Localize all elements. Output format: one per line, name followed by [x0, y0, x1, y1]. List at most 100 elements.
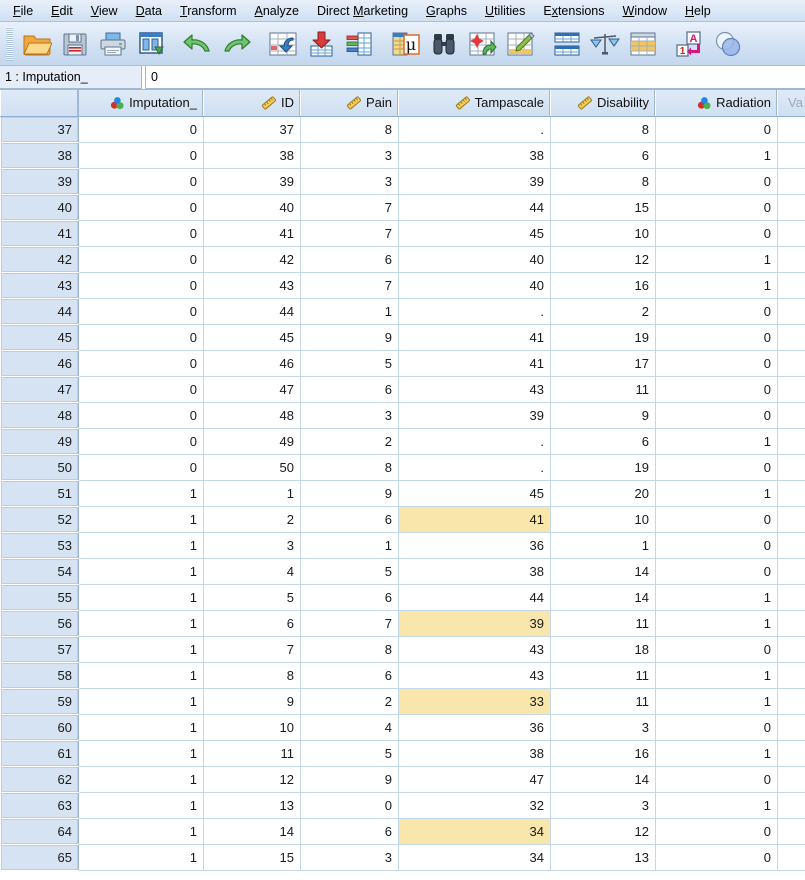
- print-icon[interactable]: [95, 25, 131, 63]
- cell-disability[interactable]: 12: [551, 246, 656, 272]
- cell-id[interactable]: 14: [204, 818, 301, 844]
- cell-blank[interactable]: [778, 688, 805, 714]
- cell-id[interactable]: 12: [204, 766, 301, 792]
- cell-blank[interactable]: [778, 766, 805, 792]
- row-header[interactable]: 50: [1, 454, 79, 480]
- cell-radiation[interactable]: 0: [656, 194, 778, 220]
- cell-disability[interactable]: 19: [551, 454, 656, 480]
- cell-pain[interactable]: 8: [301, 454, 399, 480]
- cell-blank[interactable]: [778, 428, 805, 454]
- row-header[interactable]: 49: [1, 428, 79, 454]
- row-header[interactable]: 48: [1, 402, 79, 428]
- cell-tampascale[interactable]: 45: [399, 480, 551, 506]
- cell-tampascale[interactable]: 36: [399, 714, 551, 740]
- cell-id[interactable]: 5: [204, 584, 301, 610]
- cell-radiation[interactable]: 0: [656, 636, 778, 662]
- open-file-icon[interactable]: [19, 25, 55, 63]
- row-header[interactable]: 64: [1, 818, 79, 844]
- cell-blank[interactable]: [778, 376, 805, 402]
- cell-radiation[interactable]: 0: [656, 168, 778, 194]
- cell-pain[interactable]: 9: [301, 324, 399, 350]
- cell-tampascale[interactable]: 39: [399, 402, 551, 428]
- cell-disability[interactable]: 8: [551, 116, 656, 142]
- cell-pain[interactable]: 8: [301, 636, 399, 662]
- cell-tampascale[interactable]: 32: [399, 792, 551, 818]
- cell-radiation[interactable]: 0: [656, 298, 778, 324]
- cell-imputation[interactable]: 1: [79, 844, 204, 870]
- column-header-tampascale[interactable]: Tampascale: [399, 90, 551, 116]
- row-header[interactable]: 47: [1, 376, 79, 402]
- row-header[interactable]: 40: [1, 194, 79, 220]
- value-labels-icon[interactable]: A 1: [672, 25, 708, 63]
- menu-item-direct-marketing[interactable]: Direct Marketing: [308, 2, 417, 20]
- cell-imputation[interactable]: 1: [79, 506, 204, 532]
- cell-imputation[interactable]: 1: [79, 688, 204, 714]
- cell-imputation[interactable]: 0: [79, 324, 204, 350]
- cell-radiation[interactable]: 0: [656, 376, 778, 402]
- cell-pain[interactable]: 3: [301, 844, 399, 870]
- cell-value-input[interactable]: 0: [145, 66, 805, 89]
- cell-pain[interactable]: 3: [301, 168, 399, 194]
- cell-blank[interactable]: [778, 168, 805, 194]
- cell-imputation[interactable]: 1: [79, 766, 204, 792]
- row-header[interactable]: 56: [1, 610, 79, 636]
- cell-blank[interactable]: [778, 844, 805, 870]
- cell-pain[interactable]: 8: [301, 116, 399, 142]
- row-header[interactable]: 52: [1, 506, 79, 532]
- column-header-disability[interactable]: Disability: [551, 90, 656, 116]
- cell-tampascale[interactable]: 38: [399, 142, 551, 168]
- cell-radiation[interactable]: 0: [656, 220, 778, 246]
- cell-pain[interactable]: 1: [301, 298, 399, 324]
- row-header[interactable]: 65: [1, 844, 79, 870]
- row-header[interactable]: 45: [1, 324, 79, 350]
- row-header[interactable]: 38: [1, 142, 79, 168]
- cell-disability[interactable]: 3: [551, 714, 656, 740]
- cell-pain[interactable]: 7: [301, 610, 399, 636]
- cell-id[interactable]: 3: [204, 532, 301, 558]
- cell-id[interactable]: 2: [204, 506, 301, 532]
- row-header[interactable]: 58: [1, 662, 79, 688]
- cell-id[interactable]: 1: [204, 480, 301, 506]
- use-variable-sets-icon[interactable]: [710, 25, 746, 63]
- cell-pain[interactable]: 6: [301, 662, 399, 688]
- cell-tampascale[interactable]: 41: [399, 506, 551, 532]
- row-header[interactable]: 51: [1, 480, 79, 506]
- cell-blank[interactable]: [778, 480, 805, 506]
- toolbar-grip[interactable]: [6, 27, 13, 61]
- cell-imputation[interactable]: 0: [79, 116, 204, 142]
- cell-pain[interactable]: 6: [301, 376, 399, 402]
- cell-blank[interactable]: [778, 194, 805, 220]
- cell-disability[interactable]: 14: [551, 766, 656, 792]
- cell-tampascale[interactable]: 38: [399, 740, 551, 766]
- cell-blank[interactable]: [778, 818, 805, 844]
- cell-pain[interactable]: 1: [301, 532, 399, 558]
- cell-radiation[interactable]: 0: [656, 454, 778, 480]
- cell-tampascale[interactable]: 40: [399, 272, 551, 298]
- cell-blank[interactable]: [778, 324, 805, 350]
- grid-corner[interactable]: [1, 90, 79, 116]
- cell-disability[interactable]: 8: [551, 168, 656, 194]
- cell-id[interactable]: 15: [204, 844, 301, 870]
- cell-disability[interactable]: 6: [551, 142, 656, 168]
- cell-blank[interactable]: [778, 142, 805, 168]
- cell-imputation[interactable]: 0: [79, 142, 204, 168]
- cell-blank[interactable]: [778, 714, 805, 740]
- cell-blank[interactable]: [778, 532, 805, 558]
- insert-case-icon[interactable]: [464, 25, 500, 63]
- cell-imputation[interactable]: 1: [79, 558, 204, 584]
- cell-radiation[interactable]: 1: [656, 610, 778, 636]
- cell-id[interactable]: 50: [204, 454, 301, 480]
- cell-imputation[interactable]: 1: [79, 792, 204, 818]
- cell-id[interactable]: 9: [204, 688, 301, 714]
- cell-id[interactable]: 8: [204, 662, 301, 688]
- cell-tampascale[interactable]: 45: [399, 220, 551, 246]
- cell-blank[interactable]: [778, 584, 805, 610]
- cell-blank[interactable]: [778, 792, 805, 818]
- cell-blank[interactable]: [778, 272, 805, 298]
- cell-tampascale[interactable]: 44: [399, 194, 551, 220]
- cell-disability[interactable]: 3: [551, 792, 656, 818]
- row-header[interactable]: 63: [1, 792, 79, 818]
- recall-dialogs-icon[interactable]: [133, 25, 169, 63]
- cell-radiation[interactable]: 0: [656, 714, 778, 740]
- menu-item-data[interactable]: Data: [127, 2, 171, 20]
